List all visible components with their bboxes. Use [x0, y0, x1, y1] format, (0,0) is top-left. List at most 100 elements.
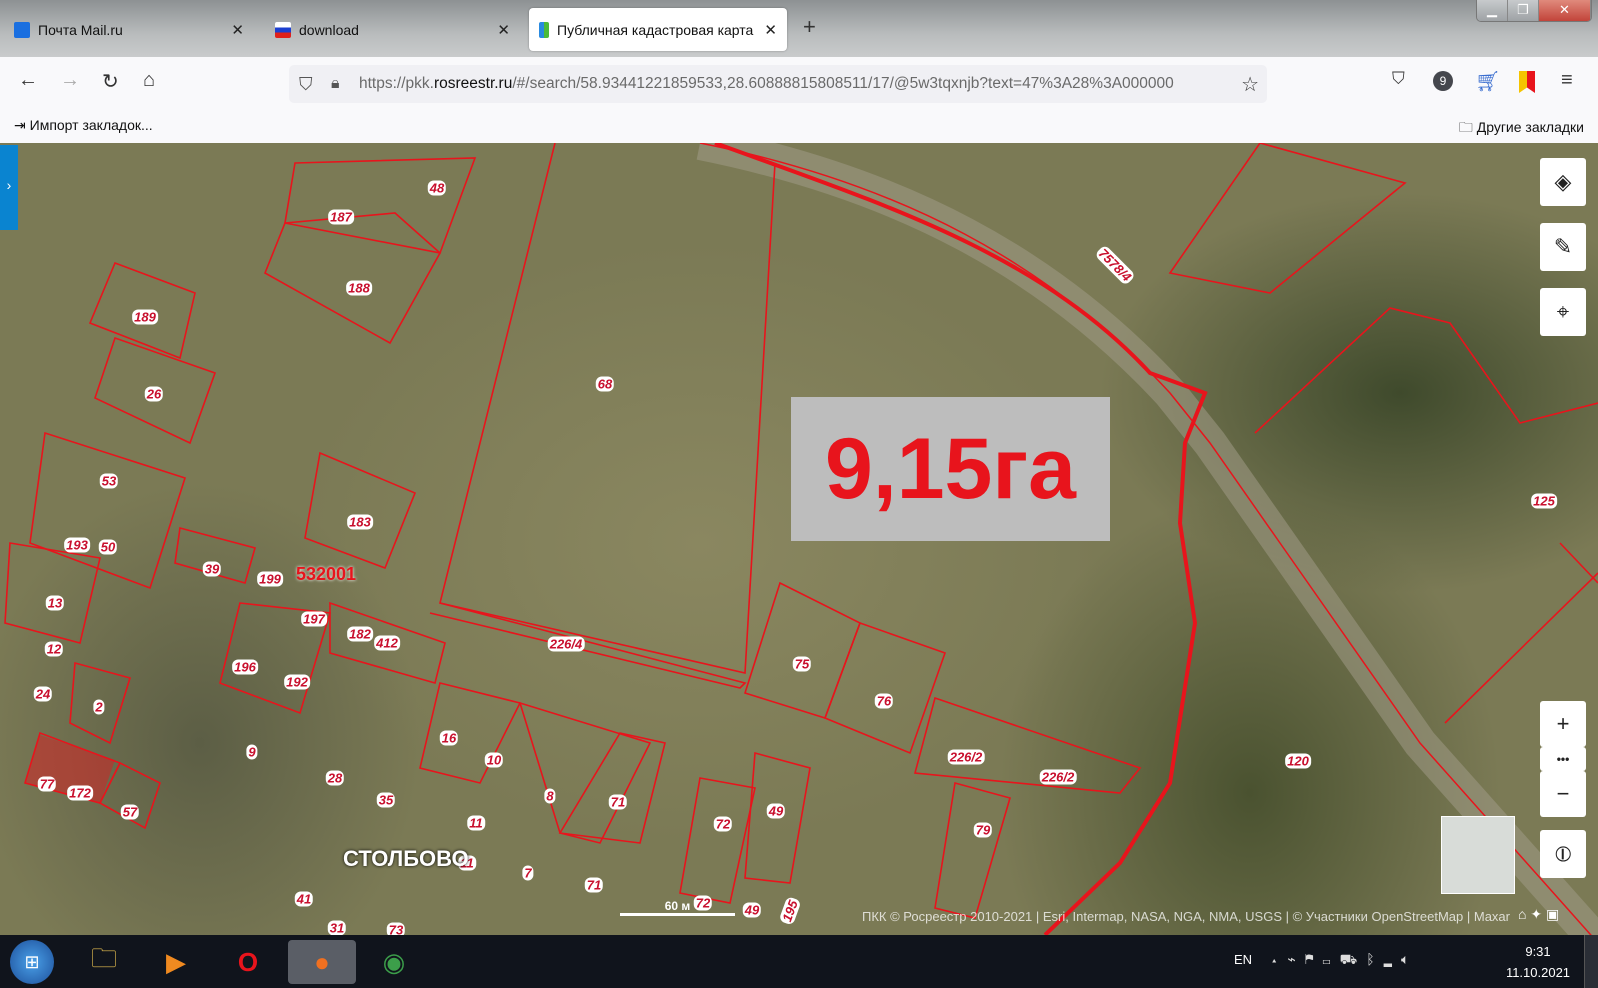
- zoom-out-button[interactable]: −: [1540, 771, 1586, 817]
- parcel-label[interactable]: 49: [766, 803, 786, 819]
- reload-icon[interactable]: ↻: [102, 69, 119, 94]
- parcel-label[interactable]: 68: [595, 376, 615, 392]
- parcel-label[interactable]: 189: [132, 309, 158, 325]
- parcel-label[interactable]: 57: [120, 804, 140, 820]
- minimap[interactable]: [1441, 816, 1515, 894]
- parcel-label[interactable]: 412: [374, 635, 400, 651]
- parcel-label[interactable]: 76: [874, 693, 894, 709]
- parcel-label[interactable]: 72: [713, 816, 733, 832]
- parcel-label[interactable]: 75: [792, 656, 812, 672]
- ruler-button[interactable]: ✎: [1540, 223, 1586, 271]
- restore-button[interactable]: ❐: [1508, 0, 1539, 21]
- compass-button[interactable]: ⦶: [1540, 830, 1586, 878]
- show-desktop-button[interactable]: [1584, 935, 1598, 988]
- parcel-label[interactable]: 187: [328, 209, 354, 225]
- opera-taskbar-button[interactable]: O: [226, 940, 270, 984]
- media-player-taskbar-button[interactable]: ▶: [154, 940, 198, 984]
- back-icon[interactable]: ←: [18, 69, 38, 92]
- start-button[interactable]: ⊞: [10, 940, 54, 984]
- close-tab-icon[interactable]: ✕: [497, 21, 510, 39]
- parcel-label[interactable]: 39: [202, 561, 222, 577]
- home-icon[interactable]: ⌂: [143, 69, 155, 92]
- close-tab-icon[interactable]: ✕: [231, 21, 244, 39]
- parcel-label[interactable]: 193: [64, 537, 90, 553]
- parcel-label[interactable]: 8: [544, 788, 556, 804]
- parcel-label[interactable]: 71: [584, 877, 604, 893]
- parcel-label[interactable]: 120: [1285, 753, 1311, 769]
- parcel-label[interactable]: 26: [144, 386, 164, 402]
- parcel-label[interactable]: 182: [347, 626, 373, 642]
- firefox-taskbar-button[interactable]: ●: [288, 940, 356, 984]
- clock-date[interactable]: 11.10.2021: [1500, 965, 1576, 980]
- parcel-label[interactable]: 71: [608, 794, 628, 810]
- close-tab-icon[interactable]: ✕: [764, 21, 777, 39]
- import-bookmarks[interactable]: ⇥ Импорт закладок...: [14, 117, 153, 134]
- parcel-label[interactable]: 48: [427, 180, 447, 196]
- chrome-taskbar-button[interactable]: ◉: [372, 940, 416, 984]
- parcel-label[interactable]: 79: [973, 822, 993, 838]
- parcel-label[interactable]: 73: [386, 922, 406, 935]
- zoom-in-label: +: [1556, 711, 1570, 736]
- mail-icon: [14, 21, 30, 38]
- parcel-label[interactable]: 11: [467, 815, 485, 831]
- parcel-label[interactable]: 77: [37, 776, 57, 792]
- home-icon[interactable]: ⌂ ✦ ▣: [1518, 906, 1559, 923]
- parcel-label[interactable]: 188: [346, 280, 372, 296]
- parcel-label[interactable]: 183: [347, 514, 373, 530]
- parcel-label[interactable]: 226/2: [1039, 769, 1077, 785]
- clock-time[interactable]: 9:31: [1508, 944, 1568, 959]
- extension-badge[interactable]: 9: [1433, 71, 1453, 91]
- parcel-label[interactable]: 196: [232, 659, 258, 675]
- more-button[interactable]: •••: [1540, 747, 1586, 771]
- locate-button[interactable]: ⌖: [1540, 288, 1586, 336]
- new-tab-button[interactable]: +: [803, 14, 816, 40]
- forward-icon[interactable]: →: [60, 69, 80, 92]
- parcel-label[interactable]: 53: [99, 473, 119, 489]
- cadastral-map[interactable]: 7578/4 187 48 188 189 26 68 53 193 50 18…: [0, 143, 1598, 935]
- tab-download[interactable]: download ✕: [265, 8, 520, 51]
- close-window-button[interactable]: ✕: [1539, 0, 1591, 21]
- layers-icon: ◈: [1554, 169, 1572, 194]
- parcel-label[interactable]: 192: [284, 674, 310, 690]
- menu-icon[interactable]: ≡: [1561, 69, 1573, 92]
- parcel-label[interactable]: 2: [93, 699, 105, 715]
- parcel-label[interactable]: 50: [98, 539, 118, 555]
- parcel-label[interactable]: 24: [33, 686, 53, 702]
- parcel-label[interactable]: 12: [44, 641, 64, 657]
- explorer-taskbar-button[interactable]: 🗀︎: [82, 940, 126, 984]
- other-bookmarks[interactable]: 🗀︎ Другие закладки: [1459, 117, 1584, 141]
- bookmark-extension-icon[interactable]: [1519, 71, 1535, 93]
- parcel-label[interactable]: 125: [1531, 493, 1557, 509]
- language-indicator[interactable]: EN: [1234, 952, 1252, 967]
- parcel-label[interactable]: 31: [327, 920, 347, 935]
- parcel-label[interactable]: 9: [246, 744, 258, 760]
- parcel-label[interactable]: 35: [376, 792, 396, 808]
- minimize-button[interactable]: ▁: [1477, 0, 1508, 21]
- parcel-label[interactable]: 49: [742, 902, 762, 918]
- bookmark-star-icon[interactable]: ☆: [1237, 71, 1259, 97]
- parcel-label[interactable]: 13: [45, 595, 65, 611]
- parcel-label[interactable]: 16: [439, 730, 459, 746]
- tab-label: Почта Mail.ru: [38, 21, 123, 38]
- layers-button[interactable]: ◈: [1540, 158, 1586, 206]
- parcel-label[interactable]: 41: [294, 891, 314, 907]
- tray-icons[interactable]: ▴⌁⚑▭⛟ᛒ▂🔈︎: [1270, 951, 1418, 970]
- url-bar[interactable]: ⛉ 🔒︎ https://pkk. rosreestr.ru/#/search/5…: [289, 65, 1267, 103]
- tab-mail[interactable]: Почта Mail.ru ✕: [4, 8, 254, 51]
- navigation-bar: ← → ↻ ⌂ ⛉ 🔒︎ https://pkk. rosreestr.ru/#/…: [0, 57, 1598, 110]
- parcel-label[interactable]: 226/4: [547, 636, 585, 652]
- zoom-in-button[interactable]: +: [1540, 701, 1586, 747]
- parcel-label[interactable]: 10: [484, 752, 504, 768]
- pocket-icon[interactable]: ⛉: [1392, 69, 1405, 89]
- tab-cadastral-map[interactable]: Публичная кадастровая карта ✕: [529, 8, 787, 51]
- parcel-label[interactable]: 172: [67, 785, 93, 801]
- locate-icon: ⌖: [1556, 299, 1570, 324]
- parcel-label[interactable]: 226/2: [947, 749, 985, 765]
- parcel-label[interactable]: 199: [257, 571, 283, 587]
- parcel-label[interactable]: 28: [325, 770, 345, 786]
- cart-icon[interactable]: 🛒︎: [1475, 69, 1500, 94]
- sidebar-toggle[interactable]: ›: [0, 145, 18, 230]
- cadastral-quarter-label[interactable]: 532001: [296, 564, 356, 585]
- parcel-label[interactable]: 197: [301, 611, 327, 627]
- parcel-label[interactable]: 7: [522, 865, 534, 881]
